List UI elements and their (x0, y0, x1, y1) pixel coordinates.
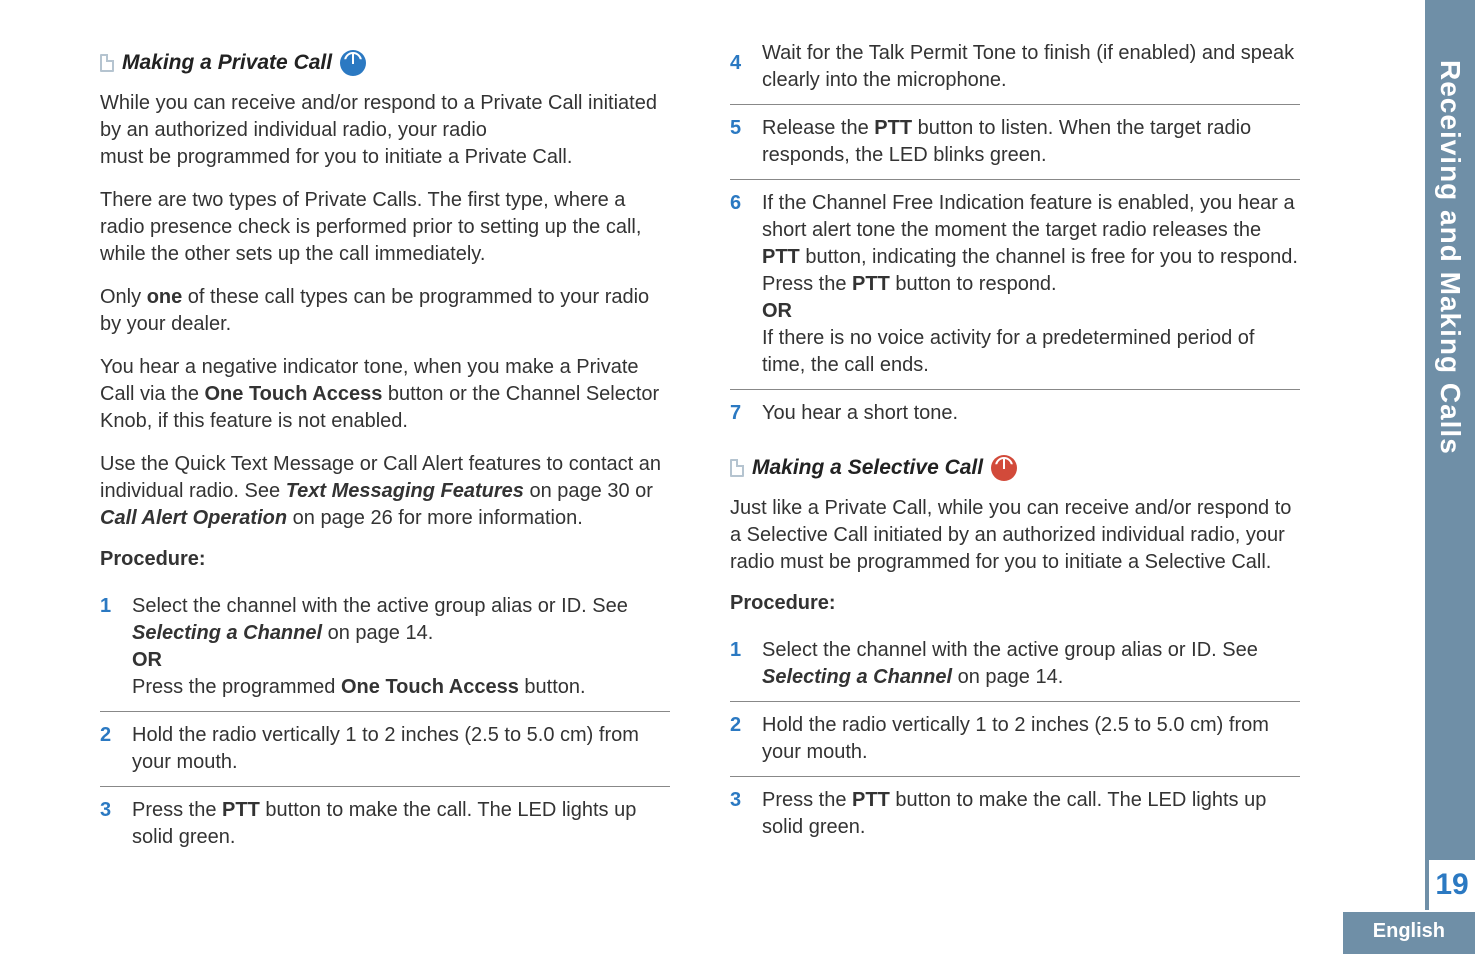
paragraph: Only one of these call types can be prog… (100, 284, 670, 338)
text: If the Channel Free Indication feature i… (762, 192, 1295, 241)
page-number: 19 (1425, 860, 1475, 910)
step-6: If the Channel Free Indication feature i… (730, 180, 1300, 390)
section-title: Making a Selective Call (752, 456, 983, 480)
procedure-label: Procedure: (100, 548, 670, 571)
link-reference: Text Messaging Features (286, 480, 524, 502)
radio-blue-icon (340, 50, 366, 76)
step-3: Press the PTT button to make the call. T… (100, 787, 670, 861)
bold-text: PTT (762, 246, 800, 268)
bold-text: PTT (852, 789, 890, 811)
section-heading-private-call: Making a Private Call (100, 50, 670, 76)
text: of these call types can be programmed to… (100, 286, 649, 335)
text: on page 30 or (524, 480, 653, 502)
bold-text: One Touch Access (205, 383, 383, 405)
step-5: Release the PTT button to listen. When t… (730, 105, 1300, 180)
text: on page 14. (952, 666, 1063, 688)
right-column: Wait for the Talk Permit Tone to finish … (730, 40, 1300, 861)
text: While you can receive and/or respond to … (100, 92, 657, 141)
document-icon (100, 54, 114, 72)
bold-text: one (147, 286, 183, 308)
paragraph: There are two types of Private Calls. Th… (100, 187, 670, 268)
bold-text: One Touch Access (341, 676, 519, 698)
text: If there is no voice activity for a pred… (762, 327, 1254, 376)
procedure-steps-selective: Select the channel with the active group… (730, 627, 1300, 851)
section-heading-selective-call: Making a Selective Call (730, 455, 1300, 481)
step-1: Select the channel with the active group… (100, 583, 670, 712)
link-reference: Call Alert Operation (100, 507, 287, 529)
text: button to respond. (890, 273, 1057, 295)
text: Press the (132, 799, 222, 821)
bold-text: PTT (874, 117, 912, 139)
text: Press the (762, 789, 852, 811)
or-label: OR (132, 649, 162, 671)
procedure-steps: Select the channel with the active group… (100, 583, 670, 861)
bold-text: PTT (852, 273, 890, 295)
text: Select the channel with the active group… (132, 595, 628, 617)
procedure-steps-continued: Wait for the Talk Permit Tone to finish … (730, 40, 1300, 437)
step-2: Hold the radio vertically 1 to 2 inches … (100, 712, 670, 787)
step-3: Press the PTT button to make the call. T… (730, 777, 1300, 851)
procedure-label: Procedure: (730, 592, 1300, 615)
text: Select the channel with the active group… (762, 639, 1258, 661)
text: must be programmed for you to initiate a… (100, 146, 572, 168)
text: Press the programmed (132, 676, 341, 698)
step-1: Select the channel with the active group… (730, 627, 1300, 702)
bold-text: PTT (222, 799, 260, 821)
text: Release the (762, 117, 874, 139)
text: on page 26 for more information. (287, 507, 583, 529)
left-column: Making a Private Call While you can rece… (100, 40, 670, 861)
text: on page 14. (322, 622, 433, 644)
paragraph: Just like a Private Call, while you can … (730, 495, 1300, 576)
text: button. (519, 676, 586, 698)
link-reference: Selecting a Channel (762, 666, 952, 688)
page-content: Making a Private Call While you can rece… (0, 0, 1475, 881)
document-icon (730, 459, 744, 477)
paragraph: While you can receive and/or respond to … (100, 90, 670, 171)
step-2: Hold the radio vertically 1 to 2 inches … (730, 702, 1300, 777)
footer-language: English (1343, 912, 1475, 954)
step-4: Wait for the Talk Permit Tone to finish … (730, 40, 1300, 105)
paragraph: You hear a negative indicator tone, when… (100, 354, 670, 435)
or-label: OR (762, 300, 792, 322)
side-tab: Receiving and Making Calls (1425, 0, 1475, 860)
text: Only (100, 286, 147, 308)
paragraph: Use the Quick Text Message or Call Alert… (100, 451, 670, 532)
side-tab-label: Receiving and Making Calls (1434, 60, 1466, 860)
section-title: Making a Private Call (122, 51, 332, 75)
link-reference: Selecting a Channel (132, 622, 322, 644)
radio-red-icon (991, 455, 1017, 481)
step-7: You hear a short tone. (730, 390, 1300, 437)
